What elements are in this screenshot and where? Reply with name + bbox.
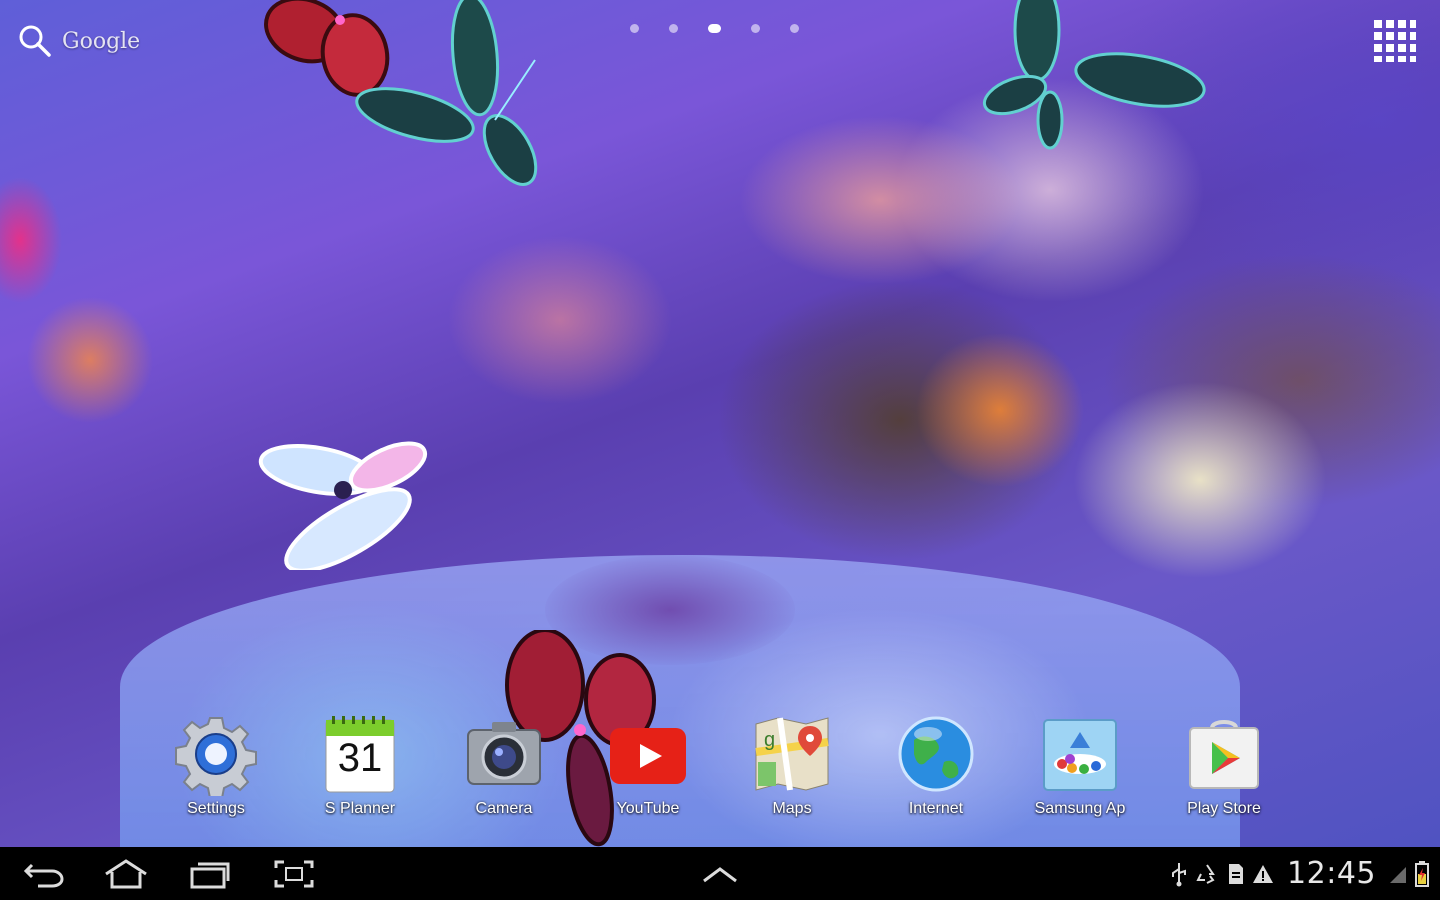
gear-icon — [175, 717, 257, 799]
app-maps[interactable]: g Maps — [732, 712, 852, 818]
status-area[interactable]: 12:45 — [1169, 847, 1430, 900]
sd-card-icon — [1229, 863, 1244, 884]
app-label: Internet — [908, 800, 964, 817]
app-play-store[interactable]: Play Store — [1164, 712, 1284, 818]
home-button[interactable] — [96, 855, 156, 893]
back-button[interactable] — [14, 855, 74, 893]
butterfly-white-icon — [258, 441, 428, 570]
screenshot-button[interactable] — [264, 855, 324, 893]
navigation-bar: 12:45 — [0, 847, 1440, 900]
calendar-date: 31 — [337, 736, 383, 780]
app-s-planner[interactable]: 31 S Planner — [300, 712, 420, 818]
chevron-up-icon — [703, 867, 737, 883]
status-clock: 12:45 — [1287, 856, 1376, 891]
maps-icon: g — [755, 717, 829, 791]
page-dot[interactable] — [790, 24, 799, 33]
search-label: Google — [62, 28, 141, 54]
page-indicator — [630, 24, 799, 33]
app-label: Samsung Ap — [1034, 800, 1126, 817]
app-label: Camera — [475, 800, 533, 817]
recent-apps-icon — [190, 862, 230, 889]
usb-icon — [1172, 862, 1187, 886]
app-label: Maps — [772, 800, 812, 817]
app-dock: Settings 31 S Planner Camera YouTube g M… — [0, 712, 1440, 832]
screenshot-icon — [274, 860, 314, 888]
camera-icon — [467, 722, 541, 785]
warning-icon — [1253, 864, 1274, 883]
home-screen: Google Settings 31 S Planner Camera YouT… — [0, 0, 1440, 900]
back-icon — [23, 863, 64, 888]
recycle-icon — [1196, 863, 1215, 884]
home-icon — [105, 859, 147, 889]
google-search-bar[interactable]: Google — [18, 24, 140, 58]
app-label: Settings — [187, 800, 245, 817]
app-samsung-apps[interactable]: Samsung Ap — [1020, 712, 1140, 818]
youtube-icon — [610, 728, 686, 784]
search-icon — [19, 25, 51, 57]
samsung-apps-icon — [1043, 719, 1117, 791]
app-youtube[interactable]: YouTube — [588, 712, 708, 818]
page-dot[interactable] — [669, 24, 678, 33]
page-dot[interactable] — [630, 24, 639, 33]
app-internet[interactable]: Internet — [876, 712, 996, 818]
app-camera[interactable]: Camera — [444, 712, 564, 818]
signal-icon — [1390, 866, 1406, 883]
apps-grid-icon[interactable] — [1372, 18, 1418, 64]
app-drawer-handle[interactable] — [690, 855, 750, 893]
page-dot-active[interactable] — [708, 24, 721, 33]
app-label: Play Store — [1187, 800, 1261, 817]
app-label: S Planner — [324, 800, 396, 817]
butterfly-teal-left-icon — [355, 0, 538, 186]
play-store-icon — [1189, 720, 1259, 789]
page-dot[interactable] — [751, 24, 760, 33]
butterfly-teal-right-icon — [982, 0, 1206, 150]
app-settings[interactable]: Settings — [156, 712, 276, 818]
globe-icon — [898, 716, 974, 792]
svg-text:g: g — [764, 729, 775, 751]
app-label: YouTube — [616, 800, 680, 817]
recent-apps-button[interactable] — [180, 855, 240, 893]
battery-icon — [1415, 860, 1429, 887]
